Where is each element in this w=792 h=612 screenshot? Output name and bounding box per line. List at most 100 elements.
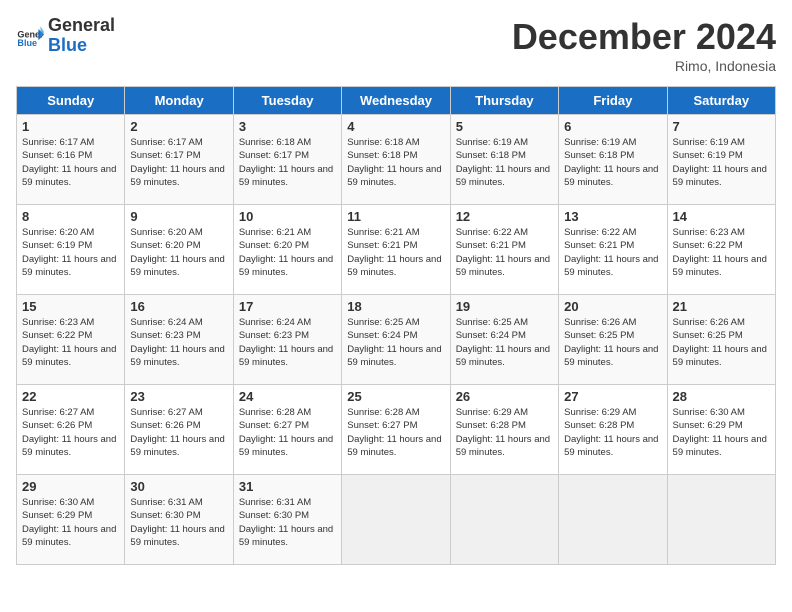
calendar-day-cell [450, 475, 558, 565]
day-info: Sunrise: 6:31 AM Sunset: 6:30 PM Dayligh… [130, 496, 227, 549]
calendar-week-row: 29 Sunrise: 6:30 AM Sunset: 6:29 PM Dayli… [17, 475, 776, 565]
day-info: Sunrise: 6:21 AM Sunset: 6:21 PM Dayligh… [347, 226, 444, 279]
day-number: 23 [130, 389, 227, 404]
day-info: Sunrise: 6:22 AM Sunset: 6:21 PM Dayligh… [564, 226, 661, 279]
weekday-header: Monday [125, 87, 233, 115]
day-info: Sunrise: 6:24 AM Sunset: 6:23 PM Dayligh… [130, 316, 227, 369]
weekday-header: Friday [559, 87, 667, 115]
calendar-day-cell: 28 Sunrise: 6:30 AM Sunset: 6:29 PM Dayli… [667, 385, 775, 475]
calendar-day-cell: 7Sunrise: 6:19 AM Sunset: 6:19 PM Daylig… [667, 115, 775, 205]
calendar-day-cell: 19Sunrise: 6:25 AM Sunset: 6:24 PM Dayli… [450, 295, 558, 385]
day-number: 10 [239, 209, 336, 224]
day-info: Sunrise: 6:19 AM Sunset: 6:19 PM Dayligh… [673, 136, 770, 189]
day-number: 15 [22, 299, 119, 314]
calendar-day-cell: 13Sunrise: 6:22 AM Sunset: 6:21 PM Dayli… [559, 205, 667, 295]
calendar-day-cell: 16 Sunrise: 6:24 AM Sunset: 6:23 PM Dayli… [125, 295, 233, 385]
weekday-header: Sunday [17, 87, 125, 115]
day-info: Sunrise: 6:18 AM Sunset: 6:17 PM Dayligh… [239, 136, 336, 189]
logo-general-text: General [48, 15, 115, 35]
day-number: 11 [347, 209, 444, 224]
day-info: Sunrise: 6:27 AM Sunset: 6:26 PM Dayligh… [22, 406, 119, 459]
day-number: 17 [239, 299, 336, 314]
calendar-table: SundayMondayTuesdayWednesdayThursdayFrid… [16, 86, 776, 565]
calendar-day-cell: 30Sunrise: 6:31 AM Sunset: 6:30 PM Dayli… [125, 475, 233, 565]
calendar-day-cell: 10 Sunrise: 6:21 AM Sunset: 6:20 PM Dayli… [233, 205, 341, 295]
calendar-day-cell: 17 Sunrise: 6:24 AM Sunset: 6:23 PM Dayli… [233, 295, 341, 385]
day-info: Sunrise: 6:25 AM Sunset: 6:24 PM Dayligh… [456, 316, 553, 369]
day-number: 14 [673, 209, 770, 224]
day-number: 29 [22, 479, 119, 494]
day-number: 18 [347, 299, 444, 314]
calendar-day-cell: 20 Sunrise: 6:26 AM Sunset: 6:25 PM Dayli… [559, 295, 667, 385]
month-title: December 2024 [512, 16, 776, 58]
calendar-day-cell: 4 Sunrise: 6:18 AM Sunset: 6:18 PM Daylig… [342, 115, 450, 205]
calendar-header-row: SundayMondayTuesdayWednesdayThursdayFrid… [17, 87, 776, 115]
calendar-day-cell [559, 475, 667, 565]
day-info: Sunrise: 6:23 AM Sunset: 6:22 PM Dayligh… [22, 316, 119, 369]
calendar-day-cell: 24Sunrise: 6:28 AM Sunset: 6:27 PM Dayli… [233, 385, 341, 475]
calendar-day-cell: 6 Sunrise: 6:19 AM Sunset: 6:18 PM Daylig… [559, 115, 667, 205]
day-number: 26 [456, 389, 553, 404]
calendar-day-cell: 21Sunrise: 6:26 AM Sunset: 6:25 PM Dayli… [667, 295, 775, 385]
day-info: Sunrise: 6:25 AM Sunset: 6:24 PM Dayligh… [347, 316, 444, 369]
logo-icon: General Blue [16, 22, 44, 50]
calendar-day-cell: 23 Sunrise: 6:27 AM Sunset: 6:26 PM Dayli… [125, 385, 233, 475]
calendar-day-cell: 14 Sunrise: 6:23 AM Sunset: 6:22 PM Dayli… [667, 205, 775, 295]
day-number: 22 [22, 389, 119, 404]
weekday-header: Thursday [450, 87, 558, 115]
day-number: 8 [22, 209, 119, 224]
location: Rimo, Indonesia [512, 58, 776, 74]
day-number: 28 [673, 389, 770, 404]
calendar-day-cell: 29 Sunrise: 6:30 AM Sunset: 6:29 PM Dayli… [17, 475, 125, 565]
calendar-day-cell: 5 Sunrise: 6:19 AM Sunset: 6:18 PM Daylig… [450, 115, 558, 205]
day-number: 12 [456, 209, 553, 224]
calendar-day-cell: 31 Sunrise: 6:31 AM Sunset: 6:30 PM Dayli… [233, 475, 341, 565]
day-number: 9 [130, 209, 227, 224]
day-number: 4 [347, 119, 444, 134]
calendar-day-cell [342, 475, 450, 565]
day-info: Sunrise: 6:26 AM Sunset: 6:25 PM Dayligh… [673, 316, 770, 369]
day-info: Sunrise: 6:28 AM Sunset: 6:27 PM Dayligh… [347, 406, 444, 459]
weekday-header: Saturday [667, 87, 775, 115]
day-info: Sunrise: 6:20 AM Sunset: 6:20 PM Dayligh… [130, 226, 227, 279]
day-number: 5 [456, 119, 553, 134]
day-number: 20 [564, 299, 661, 314]
calendar-day-cell: 3 Sunrise: 6:18 AM Sunset: 6:17 PM Daylig… [233, 115, 341, 205]
calendar-day-cell: 15 Sunrise: 6:23 AM Sunset: 6:22 PM Dayli… [17, 295, 125, 385]
day-info: Sunrise: 6:27 AM Sunset: 6:26 PM Dayligh… [130, 406, 227, 459]
day-info: Sunrise: 6:18 AM Sunset: 6:18 PM Dayligh… [347, 136, 444, 189]
day-number: 25 [347, 389, 444, 404]
day-info: Sunrise: 6:31 AM Sunset: 6:30 PM Dayligh… [239, 496, 336, 549]
day-info: Sunrise: 6:22 AM Sunset: 6:21 PM Dayligh… [456, 226, 553, 279]
calendar-day-cell: 8Sunrise: 6:20 AM Sunset: 6:19 PM Daylig… [17, 205, 125, 295]
day-number: 6 [564, 119, 661, 134]
logo: General Blue General Blue [16, 16, 115, 56]
day-info: Sunrise: 6:24 AM Sunset: 6:23 PM Dayligh… [239, 316, 336, 369]
calendar-week-row: 8Sunrise: 6:20 AM Sunset: 6:19 PM Daylig… [17, 205, 776, 295]
day-number: 1 [22, 119, 119, 134]
day-info: Sunrise: 6:30 AM Sunset: 6:29 PM Dayligh… [22, 496, 119, 549]
calendar-day-cell [667, 475, 775, 565]
calendar-day-cell: 18 Sunrise: 6:25 AM Sunset: 6:24 PM Dayli… [342, 295, 450, 385]
day-info: Sunrise: 6:21 AM Sunset: 6:20 PM Dayligh… [239, 226, 336, 279]
calendar-day-cell: 26Sunrise: 6:29 AM Sunset: 6:28 PM Dayli… [450, 385, 558, 475]
svg-text:Blue: Blue [17, 38, 37, 48]
day-info: Sunrise: 6:26 AM Sunset: 6:25 PM Dayligh… [564, 316, 661, 369]
logo-blue-text: Blue [48, 35, 87, 55]
day-number: 31 [239, 479, 336, 494]
day-number: 24 [239, 389, 336, 404]
calendar-week-row: 22 Sunrise: 6:27 AM Sunset: 6:26 PM Dayli… [17, 385, 776, 475]
page-header: General Blue General Blue December 2024 … [16, 16, 776, 74]
day-number: 27 [564, 389, 661, 404]
day-number: 3 [239, 119, 336, 134]
calendar-day-cell: 9 Sunrise: 6:20 AM Sunset: 6:20 PM Daylig… [125, 205, 233, 295]
day-info: Sunrise: 6:29 AM Sunset: 6:28 PM Dayligh… [564, 406, 661, 459]
day-info: Sunrise: 6:23 AM Sunset: 6:22 PM Dayligh… [673, 226, 770, 279]
day-number: 16 [130, 299, 227, 314]
title-block: December 2024 Rimo, Indonesia [512, 16, 776, 74]
day-number: 2 [130, 119, 227, 134]
day-info: Sunrise: 6:19 AM Sunset: 6:18 PM Dayligh… [564, 136, 661, 189]
day-info: Sunrise: 6:19 AM Sunset: 6:18 PM Dayligh… [456, 136, 553, 189]
day-info: Sunrise: 6:30 AM Sunset: 6:29 PM Dayligh… [673, 406, 770, 459]
weekday-header: Wednesday [342, 87, 450, 115]
